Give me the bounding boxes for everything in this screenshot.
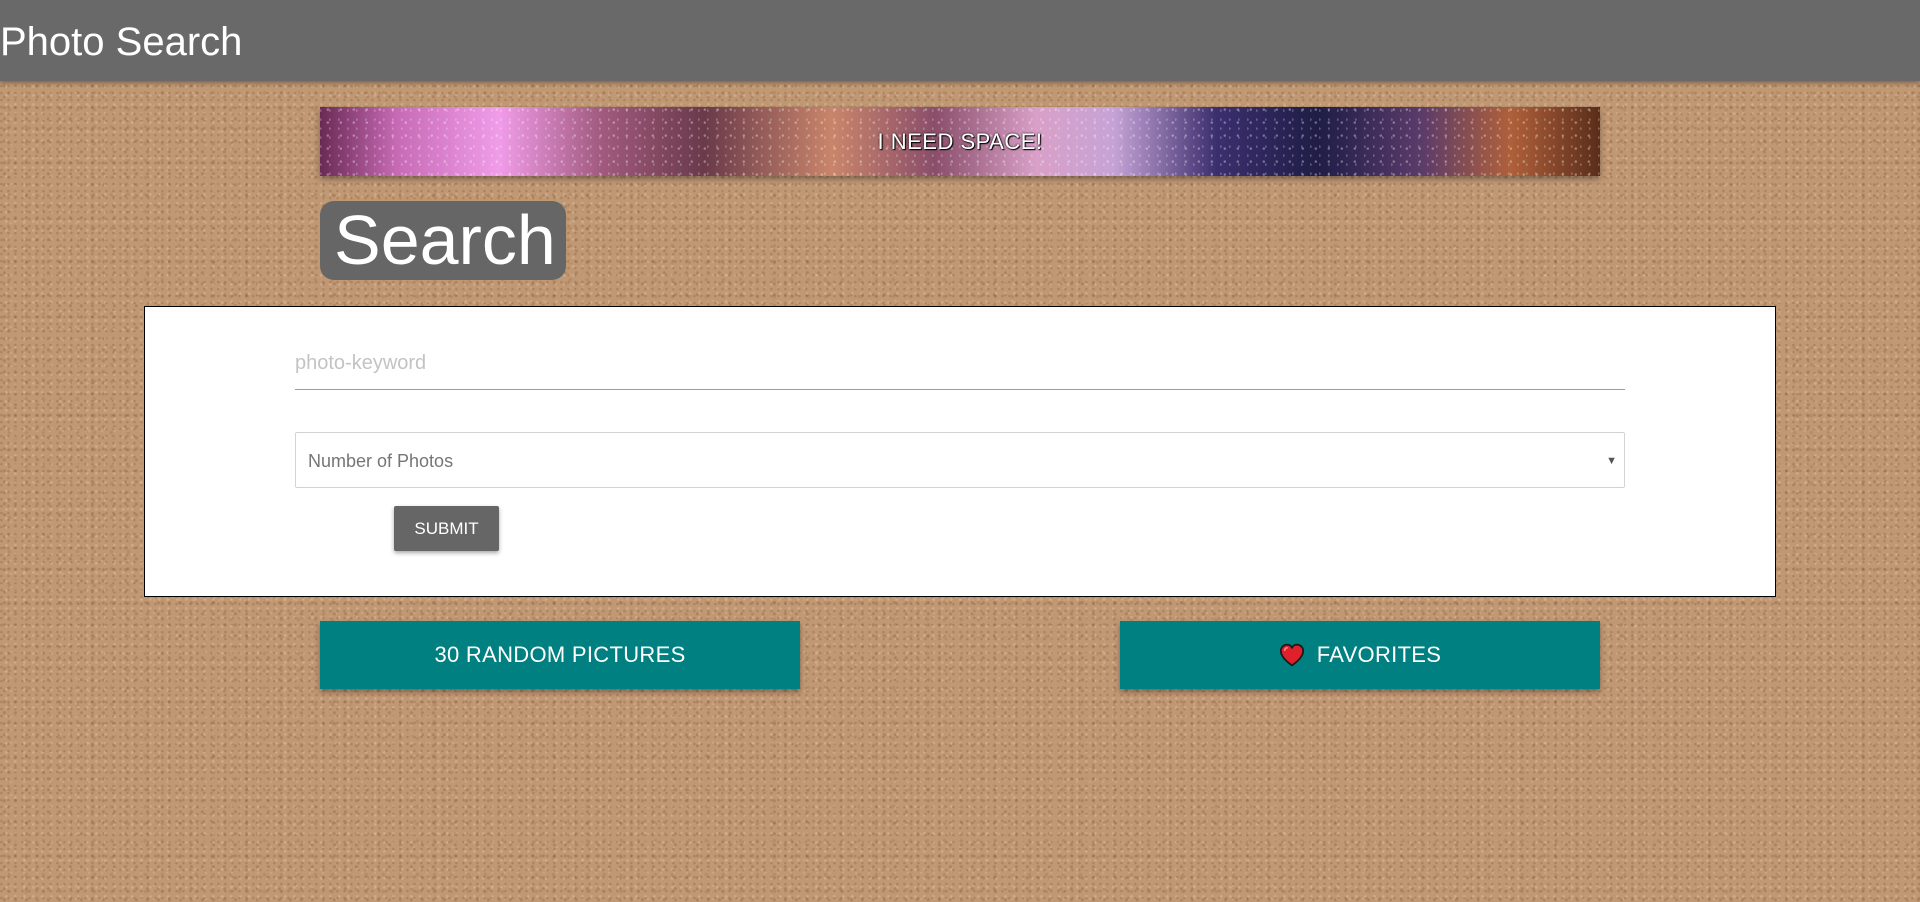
favorites-label: FAVORITES	[1316, 642, 1442, 667]
chevron-down-icon: ▼	[1606, 455, 1617, 467]
top-bar: Photo Search	[0, 0, 1920, 81]
search-form-card: Number of Photos ▼ SUBMIT	[144, 306, 1776, 597]
search-heading: Search	[320, 201, 566, 280]
heart-icon	[1279, 643, 1304, 667]
submit-button[interactable]: SUBMIT	[394, 506, 499, 551]
space-banner: I NEED SPACE!	[320, 107, 1600, 176]
favorites-button[interactable]: FAVORITES	[1120, 621, 1600, 689]
photo-count-select-value: Number of Photos	[308, 451, 454, 471]
random-pictures-label: 30 RANDOM PICTURES	[434, 642, 686, 667]
app-title: Photo Search	[0, 20, 243, 64]
random-pictures-button[interactable]: 30 RANDOM PICTURES	[320, 621, 800, 689]
photo-count-select[interactable]: Number of Photos ▼	[295, 432, 1625, 488]
keyword-input[interactable]	[295, 337, 1625, 390]
banner-text: I NEED SPACE!	[877, 128, 1043, 154]
